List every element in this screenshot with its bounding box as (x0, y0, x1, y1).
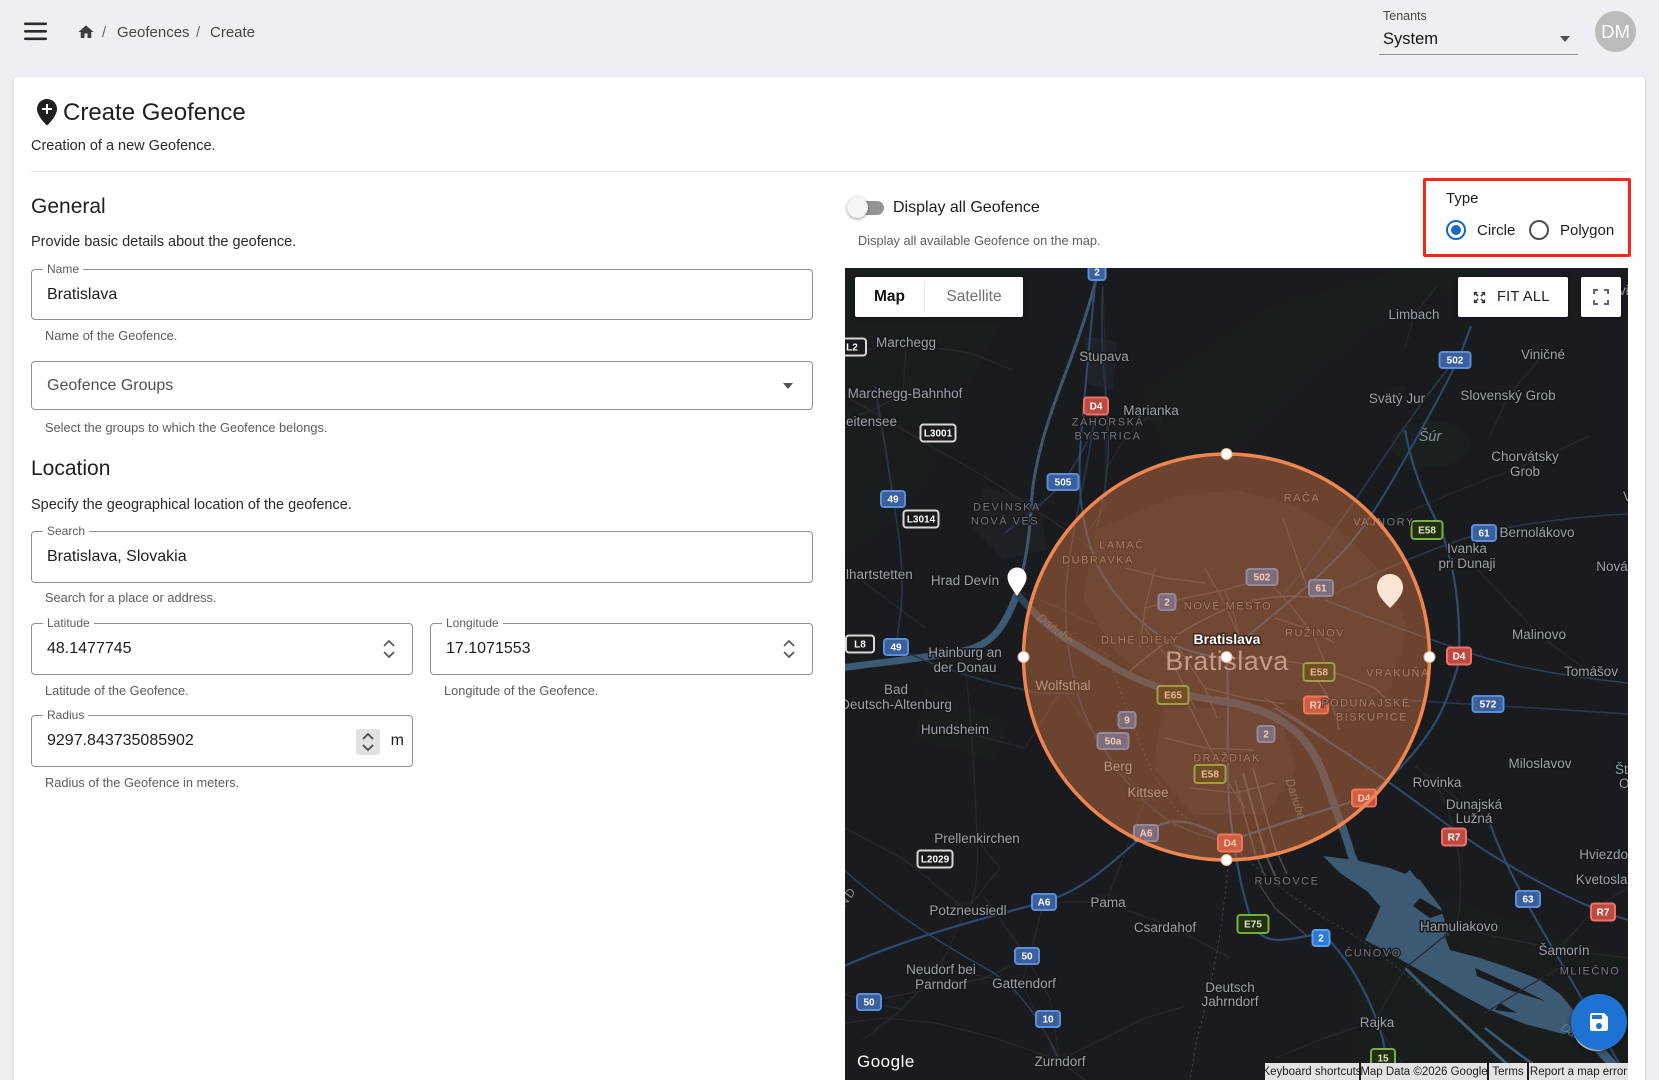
svg-text:2: 2 (1094, 268, 1100, 279)
svg-text:502: 502 (1447, 356, 1464, 367)
svg-text:ČUNOVO: ČUNOVO (1344, 947, 1401, 960)
svg-text:BYSTRICA: BYSTRICA (1074, 431, 1141, 443)
svg-text:D4: D4 (1453, 652, 1466, 663)
svg-text:Neudorf bei: Neudorf bei (906, 962, 976, 977)
svg-text:Malinovo: Malinovo (1512, 627, 1566, 642)
svg-text:Šúr: Šúr (1419, 428, 1443, 445)
svg-text:Pama: Pama (1090, 895, 1126, 910)
svg-text:Prellenkirchen: Prellenkirchen (934, 831, 1020, 846)
svg-text:Grob: Grob (1510, 464, 1540, 479)
svg-text:63: 63 (1522, 895, 1534, 906)
svg-text:Deutsch: Deutsch (1205, 980, 1255, 995)
svg-text:Csardahof: Csardahof (1134, 920, 1197, 935)
svg-text:E58: E58 (1418, 526, 1436, 537)
svg-text:Ivanka: Ivanka (1447, 541, 1487, 556)
svg-text:lhartstetten: lhartstetten (846, 567, 913, 582)
svg-text:Tomášov: Tomášov (1564, 664, 1618, 679)
svg-text:50: 50 (863, 998, 875, 1009)
svg-text:Ostr: Ostr (1619, 776, 1628, 791)
svg-text:R7: R7 (1597, 908, 1610, 919)
svg-text:Stupava: Stupava (1079, 349, 1129, 364)
svg-text:Limbach: Limbach (1388, 307, 1439, 322)
svg-text:Slovenský Grob: Slovenský Grob (1460, 388, 1555, 403)
svg-text:Bernolákovo: Bernolákovo (1499, 525, 1574, 540)
svg-text:MLIEČNO: MLIEČNO (1560, 965, 1621, 978)
svg-text:Gattendorf: Gattendorf (992, 976, 1056, 991)
svg-text:DEVÍNSKA: DEVÍNSKA (973, 501, 1041, 514)
svg-text:49: 49 (890, 643, 902, 654)
svg-text:L3001: L3001 (924, 429, 953, 440)
svg-text:Rajka: Rajka (1360, 1015, 1395, 1030)
svg-text:Hamuliakovo: Hamuliakovo (1420, 919, 1498, 934)
svg-text:Parndorf: Parndorf (915, 977, 967, 992)
svg-text:572: 572 (1480, 700, 1497, 711)
svg-text:Potzneusiedl: Potzneusiedl (929, 903, 1006, 918)
svg-text:ZÁHORSKÁ: ZÁHORSKÁ (1072, 416, 1145, 429)
svg-text:Viničné: Viničné (1521, 347, 1565, 362)
svg-text:NOVÁ VES: NOVÁ VES (971, 515, 1039, 528)
svg-text:der Donau: der Donau (933, 660, 996, 675)
svg-text:2: 2 (1318, 934, 1324, 945)
svg-text:Hrad Devín: Hrad Devín (931, 573, 999, 588)
svg-text:Nová: Nová (1596, 559, 1628, 574)
svg-text:Marchegg: Marchegg (876, 335, 936, 350)
svg-text:Bad: Bad (884, 682, 908, 697)
svg-text:A6: A6 (1038, 898, 1051, 909)
svg-text:Štvrto: Štvrto (1615, 762, 1628, 777)
svg-text:50: 50 (1021, 952, 1033, 963)
svg-text:Marchegg-Bahnhof: Marchegg-Bahnhof (848, 386, 963, 401)
svg-text:49: 49 (887, 495, 899, 506)
svg-text:Hviezdos: Hviezdos (1579, 847, 1628, 862)
svg-text:61: 61 (1478, 529, 1490, 540)
svg-text:Kvetoslav: Kvetoslav (1576, 872, 1628, 887)
svg-text:Chorvátsky: Chorvátsky (1491, 449, 1559, 464)
svg-text:E75: E75 (1244, 920, 1262, 931)
svg-text:L2: L2 (846, 343, 858, 354)
svg-text:L8: L8 (854, 640, 866, 651)
svg-text:Bratislava: Bratislava (1194, 631, 1261, 647)
svg-text:Hainburg an: Hainburg an (928, 645, 1002, 660)
svg-text:Šamorín: Šamorín (1538, 943, 1589, 958)
svg-text:Deutsch-Altenburg: Deutsch-Altenburg (845, 697, 952, 712)
svg-text:RUSOVCE: RUSOVCE (1255, 876, 1320, 888)
svg-text:10: 10 (1042, 1015, 1054, 1026)
svg-text:L2029: L2029 (921, 855, 950, 866)
svg-text:D4: D4 (1090, 402, 1103, 413)
svg-text:Miloslavov: Miloslavov (1508, 756, 1571, 771)
svg-text:Lužná: Lužná (1456, 811, 1493, 826)
svg-text:Ve: Ve (1623, 489, 1628, 504)
svg-text:Svätý Jur: Svätý Jur (1369, 391, 1426, 406)
svg-text:L3014: L3014 (907, 515, 936, 526)
svg-text:Zurndorf: Zurndorf (1034, 1054, 1085, 1069)
svg-text:eitensee: eitensee (846, 414, 897, 429)
svg-text:Jahrndorf: Jahrndorf (1201, 994, 1258, 1009)
svg-text:Rovinka: Rovinka (1413, 775, 1462, 790)
svg-text:Hundsheim: Hundsheim (921, 722, 989, 737)
svg-text:R7: R7 (1448, 833, 1461, 844)
svg-text:pri Dunaji: pri Dunaji (1438, 556, 1495, 571)
svg-text:Dunajská: Dunajská (1446, 797, 1503, 812)
svg-text:505: 505 (1055, 478, 1072, 489)
